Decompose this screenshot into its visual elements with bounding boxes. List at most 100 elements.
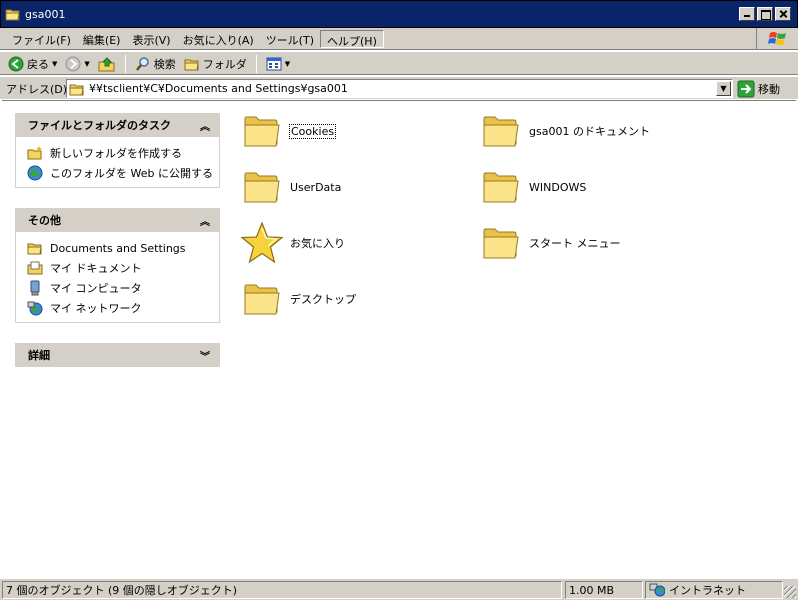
status-object-count: 7 個のオブジェクト (9 個の隠しオブジェクト) — [2, 581, 562, 599]
menu-edit[interactable]: 編集(E) — [77, 30, 127, 48]
panel-header[interactable]: その他 ︽ — [15, 208, 220, 232]
panel-title: その他 — [28, 214, 61, 227]
file-folder-tasks-panel: ファイルとフォルダのタスク ︽ 新しいフォルダを作成する このフォルダを Web… — [15, 113, 220, 188]
folder-icon — [479, 107, 523, 155]
folder-icon — [69, 84, 84, 95]
window-title: gsa001 — [25, 8, 66, 21]
my-documents-icon — [26, 260, 44, 276]
folder-item-cookies[interactable]: Cookies — [240, 107, 337, 155]
folders-label: フォルダ — [202, 57, 247, 71]
address-dropdown-button[interactable]: ▼ — [716, 81, 731, 96]
back-label: 戻る — [27, 57, 49, 71]
views-button[interactable]: ▼ — [264, 54, 292, 73]
my-documents-link[interactable]: マイ ドキュメント — [26, 258, 219, 278]
toolbar-separator — [255, 54, 257, 73]
zone-text: イントラネット — [669, 584, 746, 597]
folder-icon — [184, 59, 199, 70]
status-size: 1.00 MB — [565, 581, 643, 599]
folder-item-gsa001-documents[interactable]: gsa001 のドキュメント — [479, 107, 650, 155]
minimize-button[interactable] — [739, 7, 755, 21]
folders-button[interactable]: フォルダ — [182, 54, 249, 73]
documents-and-settings-link[interactable]: Documents and Settings — [26, 238, 219, 258]
file-name: お気に入り — [290, 237, 345, 250]
my-network-label: マイ ネットワーク — [50, 302, 142, 315]
chevron-down-icon[interactable]: ▼ — [52, 60, 57, 68]
menu-view[interactable]: 表示(V) — [126, 30, 176, 48]
collapse-icon[interactable]: ︽ — [200, 213, 210, 228]
resize-grip[interactable] — [784, 586, 796, 598]
toolbar-separator — [124, 54, 126, 73]
folder-item-start-menu[interactable]: スタート メニュー — [479, 219, 621, 267]
content-area: ファイルとフォルダのタスク ︽ 新しいフォルダを作成する このフォルダを Web… — [2, 100, 796, 578]
menu-file[interactable]: ファイル(F) — [6, 30, 77, 48]
address-input[interactable]: ¥¥tsclient¥C¥Documents and Settings¥gsa0… — [66, 79, 733, 98]
folder-item-userdata[interactable]: UserData — [240, 163, 341, 211]
up-folder-button[interactable] — [96, 54, 118, 73]
folder-icon — [479, 219, 523, 267]
my-computer-link[interactable]: マイ コンピュータ — [26, 278, 219, 298]
intranet-icon — [649, 583, 665, 597]
search-label: 検索 — [153, 57, 176, 71]
folder-icon — [240, 163, 284, 211]
back-button[interactable]: 戻る ▼ — [6, 54, 59, 73]
title-bar: gsa001 — [0, 0, 798, 28]
object-count-text: 7 個のオブジェクト (9 個の隠しオブジェクト) — [6, 584, 238, 597]
back-arrow-icon — [8, 56, 24, 71]
globe-icon — [26, 165, 44, 181]
my-network-link[interactable]: マイ ネットワーク — [26, 298, 219, 318]
publish-web-link[interactable]: このフォルダを Web に公開する — [26, 163, 219, 183]
menu-favorites[interactable]: お気に入り(A) — [177, 30, 260, 48]
status-bar: 7 個のオブジェクト (9 個の隠しオブジェクト) 1.00 MB イントラネッ… — [0, 578, 798, 600]
folder-icon — [240, 275, 284, 323]
documents-and-settings-label: Documents and Settings — [50, 241, 186, 255]
address-label: アドレス(D) — [6, 83, 68, 96]
maximize-button[interactable] — [757, 7, 773, 21]
other-places-panel: その他 ︽ Documents and Settings マイ ドキュメント マ… — [15, 208, 220, 323]
chevron-down-icon[interactable]: ▼ — [285, 60, 290, 68]
windows-logo-icon — [756, 28, 798, 50]
file-name: gsa001 のドキュメント — [529, 125, 650, 138]
expand-icon[interactable]: ︾ — [200, 348, 210, 363]
folder-item-favorites[interactable]: お気に入り — [240, 219, 345, 267]
folder-item-desktop[interactable]: デスクトップ — [240, 275, 356, 323]
go-arrow-icon — [737, 80, 755, 97]
panel-header[interactable]: 詳細 ︾ — [15, 343, 220, 367]
publish-web-label: このフォルダを Web に公開する — [50, 167, 213, 180]
close-button[interactable] — [775, 7, 791, 21]
details-panel: 詳細 ︾ — [15, 343, 220, 367]
up-folder-icon — [98, 56, 115, 71]
menu-help[interactable]: ヘルプ(H) — [320, 30, 384, 48]
file-name: デスクトップ — [290, 293, 356, 306]
folder-item-windows[interactable]: WINDOWS — [479, 163, 586, 211]
forward-arrow-icon — [65, 56, 81, 71]
new-folder-label: 新しいフォルダを作成する — [50, 147, 182, 160]
status-zone: イントラネット — [645, 581, 783, 599]
folder-icon — [5, 9, 20, 21]
panel-header[interactable]: ファイルとフォルダのタスク ︽ — [15, 113, 220, 137]
menu-bar: ファイル(F) 編集(E) 表示(V) お気に入り(A) ツール(T) ヘルプ(… — [0, 28, 798, 50]
new-folder-link[interactable]: 新しいフォルダを作成する — [26, 143, 219, 163]
go-button[interactable]: 移動 — [737, 79, 780, 98]
computer-icon — [26, 280, 44, 296]
address-path: ¥¥tsclient¥C¥Documents and Settings¥gsa0… — [89, 82, 348, 95]
forward-button[interactable]: ▼ — [63, 54, 91, 73]
size-text: 1.00 MB — [569, 583, 615, 597]
search-icon — [135, 56, 149, 71]
folder-icon — [26, 240, 44, 256]
my-computer-label: マイ コンピュータ — [50, 282, 142, 295]
new-folder-icon — [26, 145, 44, 161]
chevron-down-icon[interactable]: ▼ — [84, 60, 89, 68]
file-name: スタート メニュー — [529, 237, 621, 250]
go-label: 移動 — [758, 82, 780, 96]
panel-title: 詳細 — [28, 349, 50, 362]
views-icon — [266, 57, 282, 70]
my-documents-label: マイ ドキュメント — [50, 262, 142, 275]
panel-title: ファイルとフォルダのタスク — [28, 119, 171, 132]
file-name: Cookies — [288, 123, 337, 139]
menu-tools[interactable]: ツール(T) — [260, 30, 320, 48]
folder-icon — [240, 107, 284, 155]
search-button[interactable]: 検索 — [133, 54, 178, 73]
network-icon — [26, 300, 44, 316]
collapse-icon[interactable]: ︽ — [200, 118, 210, 133]
file-name: WINDOWS — [529, 180, 587, 194]
